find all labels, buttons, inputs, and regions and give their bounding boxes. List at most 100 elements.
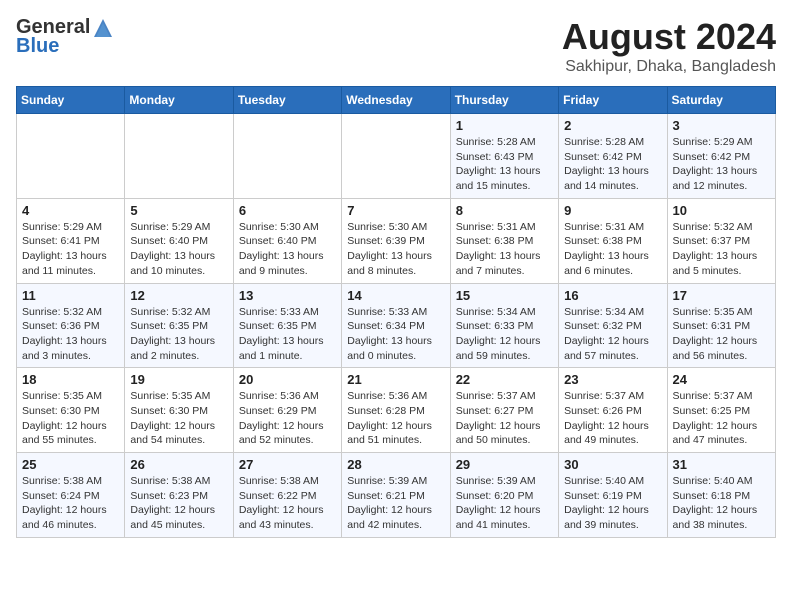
calendar-cell: 26 Sunrise: 5:38 AMSunset: 6:23 PMDayligh… — [125, 453, 233, 538]
day-number: 6 — [239, 203, 336, 218]
calendar-cell: 15Sunrise: 5:34 AMSunset: 6:33 PMDayligh… — [450, 283, 558, 368]
calendar-cell: 14 Sunrise: 5:33 AMSunset: 6:34 PMDayligh… — [342, 283, 450, 368]
calendar-cell: 13 Sunrise: 5:33 AMSunset: 6:35 PMDayligh… — [233, 283, 341, 368]
calendar-cell: 29Sunrise: 5:39 AMSunset: 6:20 PMDayligh… — [450, 453, 558, 538]
day-header-friday: Friday — [559, 87, 667, 114]
day-info: Sunrise: 5:38 AMSunset: 6:24 PMDaylight:… — [22, 474, 119, 533]
day-number: 14 — [347, 288, 444, 303]
calendar-cell: 10 Sunrise: 5:32 AMSunset: 6:37 PMDayligh… — [667, 198, 775, 283]
header: General Blue August 2024 Sakhipur, Dhaka… — [16, 16, 776, 76]
calendar-header-row: SundayMondayTuesdayWednesdayThursdayFrid… — [17, 87, 776, 114]
day-info: Sunrise: 5:32 AMSunset: 6:37 PMDaylight:… — [673, 220, 770, 279]
calendar-cell: 23Sunrise: 5:37 AMSunset: 6:26 PMDayligh… — [559, 368, 667, 453]
day-number: 1 — [456, 118, 553, 133]
calendar-cell: 31 Sunrise: 5:40 AMSunset: 6:18 PMDayligh… — [667, 453, 775, 538]
day-number: 4 — [22, 203, 119, 218]
day-info: Sunrise: 5:28 AMSunset: 6:43 PMDaylight:… — [456, 135, 553, 194]
day-header-tuesday: Tuesday — [233, 87, 341, 114]
day-info: Sunrise: 5:38 AMSunset: 6:22 PMDaylight:… — [239, 474, 336, 533]
day-info: Sunrise: 5:29 AMSunset: 6:41 PMDaylight:… — [22, 220, 119, 279]
day-number: 30 — [564, 457, 661, 472]
day-number: 10 — [673, 203, 770, 218]
calendar-cell — [17, 114, 125, 199]
day-header-thursday: Thursday — [450, 87, 558, 114]
calendar-cell: 30 Sunrise: 5:40 AMSunset: 6:19 PMDayligh… — [559, 453, 667, 538]
day-info: Sunrise: 5:38 AMSunset: 6:23 PMDaylight:… — [130, 474, 227, 533]
day-info: Sunrise: 5:29 AMSunset: 6:40 PMDaylight:… — [130, 220, 227, 279]
day-info: Sunrise: 5:32 AMSunset: 6:36 PMDaylight:… — [22, 305, 119, 364]
week-row-4: 18 Sunrise: 5:35 AMSunset: 6:30 PMDayligh… — [17, 368, 776, 453]
day-number: 13 — [239, 288, 336, 303]
day-number: 16 — [564, 288, 661, 303]
logo-blue: Blue — [16, 35, 59, 58]
day-info: Sunrise: 5:31 AMSunset: 6:38 PMDaylight:… — [456, 220, 553, 279]
day-number: 11 — [22, 288, 119, 303]
title-area: August 2024 Sakhipur, Dhaka, Bangladesh — [562, 16, 776, 76]
week-row-3: 11 Sunrise: 5:32 AMSunset: 6:36 PMDayligh… — [17, 283, 776, 368]
week-row-5: 25 Sunrise: 5:38 AMSunset: 6:24 PMDayligh… — [17, 453, 776, 538]
calendar-table: SundayMondayTuesdayWednesdayThursdayFrid… — [16, 86, 776, 538]
day-info: Sunrise: 5:33 AMSunset: 6:35 PMDaylight:… — [239, 305, 336, 364]
calendar-cell: 24 Sunrise: 5:37 AMSunset: 6:25 PMDayligh… — [667, 368, 775, 453]
day-number: 26 — [130, 457, 227, 472]
day-number: 28 — [347, 457, 444, 472]
day-number: 22 — [456, 372, 553, 387]
calendar-cell — [125, 114, 233, 199]
day-info: Sunrise: 5:33 AMSunset: 6:34 PMDaylight:… — [347, 305, 444, 364]
day-number: 24 — [673, 372, 770, 387]
day-info: Sunrise: 5:40 AMSunset: 6:19 PMDaylight:… — [564, 474, 661, 533]
calendar-cell: 7Sunrise: 5:30 AMSunset: 6:39 PMDaylight… — [342, 198, 450, 283]
day-info: Sunrise: 5:36 AMSunset: 6:28 PMDaylight:… — [347, 389, 444, 448]
day-number: 29 — [456, 457, 553, 472]
logo-icon — [92, 17, 114, 39]
calendar-cell: 2Sunrise: 5:28 AMSunset: 6:42 PMDaylight… — [559, 114, 667, 199]
calendar-cell: 25 Sunrise: 5:38 AMSunset: 6:24 PMDayligh… — [17, 453, 125, 538]
day-number: 9 — [564, 203, 661, 218]
week-row-2: 4 Sunrise: 5:29 AMSunset: 6:41 PMDaylight… — [17, 198, 776, 283]
day-info: Sunrise: 5:29 AMSunset: 6:42 PMDaylight:… — [673, 135, 770, 194]
day-info: Sunrise: 5:39 AMSunset: 6:21 PMDaylight:… — [347, 474, 444, 533]
day-header-sunday: Sunday — [17, 87, 125, 114]
calendar-cell: 28 Sunrise: 5:39 AMSunset: 6:21 PMDayligh… — [342, 453, 450, 538]
day-number: 25 — [22, 457, 119, 472]
day-number: 8 — [456, 203, 553, 218]
day-info: Sunrise: 5:30 AMSunset: 6:40 PMDaylight:… — [239, 220, 336, 279]
logo: General Blue — [16, 16, 114, 58]
calendar-cell: 5 Sunrise: 5:29 AMSunset: 6:40 PMDaylight… — [125, 198, 233, 283]
day-info: Sunrise: 5:37 AMSunset: 6:25 PMDaylight:… — [673, 389, 770, 448]
day-header-saturday: Saturday — [667, 87, 775, 114]
day-info: Sunrise: 5:36 AMSunset: 6:29 PMDaylight:… — [239, 389, 336, 448]
day-info: Sunrise: 5:37 AMSunset: 6:26 PMDaylight:… — [564, 389, 661, 448]
calendar-cell: 16 Sunrise: 5:34 AMSunset: 6:32 PMDayligh… — [559, 283, 667, 368]
day-info: Sunrise: 5:35 AMSunset: 6:30 PMDaylight:… — [130, 389, 227, 448]
calendar-cell: 27Sunrise: 5:38 AMSunset: 6:22 PMDayligh… — [233, 453, 341, 538]
day-number: 2 — [564, 118, 661, 133]
day-number: 12 — [130, 288, 227, 303]
day-info: Sunrise: 5:30 AMSunset: 6:39 PMDaylight:… — [347, 220, 444, 279]
calendar-cell: 9 Sunrise: 5:31 AMSunset: 6:38 PMDaylight… — [559, 198, 667, 283]
day-number: 5 — [130, 203, 227, 218]
calendar-title: August 2024 — [562, 16, 776, 58]
day-info: Sunrise: 5:34 AMSunset: 6:32 PMDaylight:… — [564, 305, 661, 364]
calendar-cell: 12 Sunrise: 5:32 AMSunset: 6:35 PMDayligh… — [125, 283, 233, 368]
day-number: 31 — [673, 457, 770, 472]
day-number: 3 — [673, 118, 770, 133]
day-number: 21 — [347, 372, 444, 387]
calendar-cell: 19 Sunrise: 5:35 AMSunset: 6:30 PMDayligh… — [125, 368, 233, 453]
day-info: Sunrise: 5:31 AMSunset: 6:38 PMDaylight:… — [564, 220, 661, 279]
week-row-1: 1 Sunrise: 5:28 AMSunset: 6:43 PMDaylight… — [17, 114, 776, 199]
day-number: 19 — [130, 372, 227, 387]
calendar-cell: 8 Sunrise: 5:31 AMSunset: 6:38 PMDaylight… — [450, 198, 558, 283]
calendar-cell: 1 Sunrise: 5:28 AMSunset: 6:43 PMDaylight… — [450, 114, 558, 199]
calendar-cell — [342, 114, 450, 199]
day-number: 15 — [456, 288, 553, 303]
day-info: Sunrise: 5:32 AMSunset: 6:35 PMDaylight:… — [130, 305, 227, 364]
calendar-cell: 21 Sunrise: 5:36 AMSunset: 6:28 PMDayligh… — [342, 368, 450, 453]
day-number: 18 — [22, 372, 119, 387]
calendar-cell: 17Sunrise: 5:35 AMSunset: 6:31 PMDayligh… — [667, 283, 775, 368]
day-info: Sunrise: 5:35 AMSunset: 6:31 PMDaylight:… — [673, 305, 770, 364]
calendar-cell: 22 Sunrise: 5:37 AMSunset: 6:27 PMDayligh… — [450, 368, 558, 453]
day-info: Sunrise: 5:37 AMSunset: 6:27 PMDaylight:… — [456, 389, 553, 448]
day-number: 20 — [239, 372, 336, 387]
day-info: Sunrise: 5:40 AMSunset: 6:18 PMDaylight:… — [673, 474, 770, 533]
